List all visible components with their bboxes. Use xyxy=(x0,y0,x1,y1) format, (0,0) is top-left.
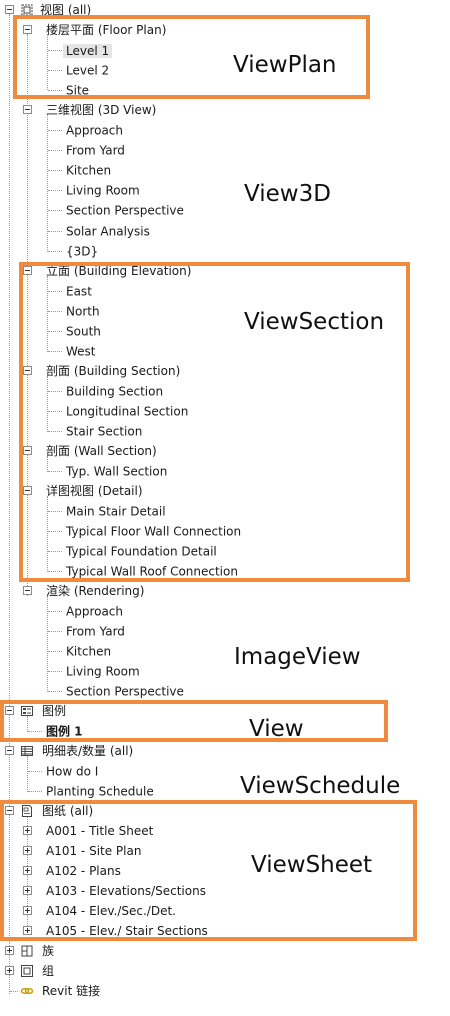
family-icon xyxy=(21,945,33,957)
tree-line xyxy=(48,170,62,171)
tree-item-label: Living Room xyxy=(66,183,140,198)
tree-item-rendering-kitchen[interactable]: Kitchen xyxy=(66,641,111,661)
tree-item-rendering-from-yard[interactable]: From Yard xyxy=(66,621,125,641)
highlight-box-view xyxy=(0,700,388,742)
tree-item-label: Section Perspective xyxy=(66,684,184,699)
tree-node-label: 明细表/数量 (all) xyxy=(42,744,134,758)
tree-item-label: Approach xyxy=(66,123,124,138)
tree-line xyxy=(48,671,62,672)
tree-item-label: Planting Schedule xyxy=(46,784,154,799)
tree-line xyxy=(48,231,62,232)
tree-item-rendering-living-room[interactable]: Living Room xyxy=(66,661,140,681)
tree-line xyxy=(28,791,42,792)
tree-item-rendering-approach[interactable]: Approach xyxy=(66,601,123,621)
link-icon xyxy=(20,987,34,995)
tree-item-planting-schedule[interactable]: Planting Schedule xyxy=(46,781,154,801)
tree-item-label: How do I xyxy=(46,764,99,779)
tree-line xyxy=(27,756,28,792)
collapse-toggle[interactable] xyxy=(23,586,32,595)
annotation-view-section: ViewSection xyxy=(244,309,385,335)
tree-item-label: Approach xyxy=(66,604,124,619)
collapse-toggle[interactable] xyxy=(5,5,14,14)
annotation-view-sheet: ViewSheet xyxy=(251,852,373,878)
tree-line xyxy=(48,251,62,252)
tree-line xyxy=(48,631,62,632)
tree-item-approach[interactable]: Approach xyxy=(66,120,123,140)
tree-line xyxy=(48,150,62,151)
tree-line xyxy=(48,651,62,652)
annotation-image-view: ImageView xyxy=(234,644,361,670)
tree-node-label: Revit 链接 xyxy=(42,984,101,998)
tree-node-rendering[interactable]: 渲染 (Rendering) xyxy=(0,581,260,601)
expand-toggle[interactable] xyxy=(5,946,14,955)
tree-item-label: Kitchen xyxy=(66,163,112,178)
tree-line xyxy=(48,210,62,211)
tree-line xyxy=(48,190,62,191)
tree-item-label: Section Perspective xyxy=(66,203,184,218)
tree-node-families[interactable]: 族 xyxy=(0,941,120,961)
tree-item-label: From Yard xyxy=(66,624,125,639)
tree-item-label: Living Room xyxy=(66,664,140,679)
tree-node-3d-view[interactable]: 三维视图 (3D View) xyxy=(0,100,260,120)
tree-node-label: 族 xyxy=(42,944,55,958)
tree-item-label: Kitchen xyxy=(66,644,112,659)
annotation-view: View xyxy=(249,716,304,742)
tree-item-3d[interactable]: {3D} xyxy=(66,241,98,261)
tree-item-solar-analysis[interactable]: Solar Analysis xyxy=(66,221,150,241)
tree-item-label: From Yard xyxy=(66,143,125,158)
expand-toggle[interactable] xyxy=(5,966,14,975)
tree-node-revit-links[interactable]: Revit 链接 xyxy=(0,981,140,1001)
tree-item-living-room[interactable]: Living Room xyxy=(66,180,140,200)
tree-node-label: 三维视图 (3D View) xyxy=(46,103,157,117)
tree-item-rendering-section-perspective[interactable]: Section Perspective xyxy=(66,681,184,701)
tree-item-label: {3D} xyxy=(66,244,99,259)
schedule-icon xyxy=(21,746,33,756)
tree-item-from-yard[interactable]: From Yard xyxy=(66,140,125,160)
collapse-toggle[interactable] xyxy=(23,105,32,114)
collapse-toggle[interactable] xyxy=(5,746,14,755)
tree-item-kitchen[interactable]: Kitchen xyxy=(66,160,111,180)
tree-line xyxy=(48,130,62,131)
group-icon xyxy=(21,965,33,977)
tree-line xyxy=(48,691,62,692)
tree-node-schedules[interactable]: 明细表/数量 (all) xyxy=(0,741,220,761)
tree-item-label: Solar Analysis xyxy=(66,224,150,239)
tree-line xyxy=(28,771,42,772)
annotation-view3d: View3D xyxy=(244,181,331,207)
annotation-view-schedule: ViewSchedule xyxy=(240,773,401,799)
annotation-view-plan: ViewPlan xyxy=(233,52,337,78)
tree-node-groups[interactable]: 组 xyxy=(0,961,120,981)
tree-line xyxy=(48,611,62,612)
tree-item-section-perspective[interactable]: Section Perspective xyxy=(66,200,184,220)
tree-node-label: 组 xyxy=(42,964,55,978)
tree-node-label: 渲染 (Rendering) xyxy=(46,584,145,598)
tree-item-how-do-i[interactable]: How do I xyxy=(46,761,98,781)
